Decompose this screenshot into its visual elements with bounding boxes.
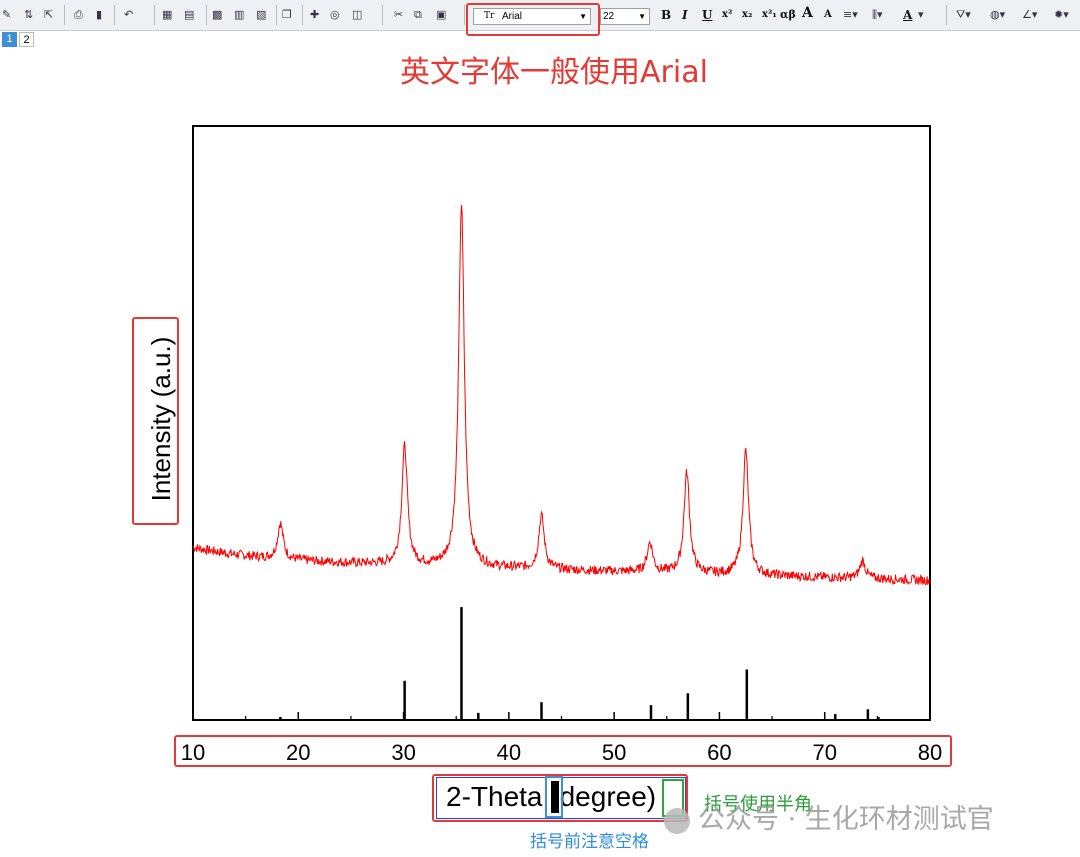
region-icon[interactable]: ▧: [256, 8, 266, 22]
font-size-value: 22: [603, 11, 615, 22]
decrease-font-button[interactable]: A: [824, 8, 832, 22]
pin-icon[interactable]: ▮: [96, 8, 102, 22]
space-highlight-box: [545, 776, 563, 818]
increase-font-button[interactable]: A: [802, 6, 813, 20]
column-icon[interactable]: ⫼▾: [872, 8, 883, 22]
chevron-down-icon[interactable]: ▼: [638, 9, 646, 24]
underline-button[interactable]: U: [702, 8, 712, 22]
toolbar-separator: [64, 5, 65, 25]
bold-button[interactable]: B: [661, 8, 671, 22]
format-painter-icon[interactable]: ✎: [2, 8, 11, 22]
data-reader-icon[interactable]: ▩: [212, 8, 222, 22]
align-icon[interactable]: ⇅: [24, 8, 33, 22]
cut-icon[interactable]: ✂: [394, 8, 403, 22]
chevron-down-icon[interactable]: ▾: [918, 8, 924, 22]
toolbar-separator: [302, 5, 303, 25]
space-annotation: 括号前注意空格: [530, 832, 649, 852]
superscript-button[interactable]: x²: [722, 8, 732, 22]
font-highlight-box: [466, 3, 600, 36]
ylabel-highlight-box: Intensity (a.u.): [132, 317, 179, 525]
line-color-icon[interactable]: ∠▾: [1022, 8, 1037, 22]
align-text-icon[interactable]: ≡▾: [843, 8, 858, 22]
page-tab-2[interactable]: 2: [19, 32, 34, 47]
undo-icon[interactable]: ↶: [124, 8, 133, 22]
extract-icon[interactable]: ◫: [352, 8, 362, 22]
add-layer-icon[interactable]: ✚: [310, 8, 319, 22]
page-tab-1[interactable]: 1: [2, 32, 17, 47]
copy-page-icon[interactable]: ❐: [282, 8, 292, 22]
copy-icon[interactable]: ⧉: [414, 8, 422, 22]
rescale-icon[interactable]: ▦: [162, 8, 172, 22]
toolbar-separator: [464, 5, 465, 25]
y-axis-title: Intensity (a.u.): [146, 336, 176, 502]
subscript-button[interactable]: x₂: [742, 8, 752, 22]
toolbar-separator: [154, 5, 155, 25]
watermark-text: 公众号 · 生化环材测试官: [698, 804, 994, 835]
toolbar-separator: [114, 5, 115, 25]
merge-icon[interactable]: ◎: [330, 8, 340, 22]
toolbar-separator: [206, 5, 207, 25]
print-icon[interactable]: ⎙: [74, 8, 83, 22]
plot-frame: [192, 125, 931, 721]
xrd-pattern-line: [192, 205, 931, 586]
font-color-button[interactable]: A: [903, 8, 912, 22]
resize-icon[interactable]: ⇱: [44, 8, 53, 22]
xtick-highlight-box: [174, 735, 952, 767]
toolbar-separator: [382, 5, 383, 25]
layer-icon[interactable]: ▤: [184, 8, 194, 22]
watermark: 公众号 · 生化环材测试官: [664, 797, 994, 836]
font-size-select[interactable]: 22 ▼: [600, 8, 650, 25]
toolbar-separator: [946, 5, 947, 25]
greek-button[interactable]: αβ: [780, 8, 796, 22]
pattern-color-icon[interactable]: ◍▾: [990, 8, 1005, 22]
fill-color-icon[interactable]: ⛛▾: [956, 8, 971, 22]
settings-icon[interactable]: ✹▾: [1054, 8, 1069, 22]
paste-icon[interactable]: ▣: [436, 8, 446, 22]
supersubscript-button[interactable]: x²₁: [762, 8, 777, 22]
font-annotation: 英文字体一般使用Arial: [400, 55, 708, 90]
screen-reader-icon[interactable]: ▥: [234, 8, 244, 22]
wechat-logo-icon: [664, 807, 690, 834]
toolbar-separator: [276, 5, 277, 25]
italic-button[interactable]: I: [682, 8, 688, 22]
